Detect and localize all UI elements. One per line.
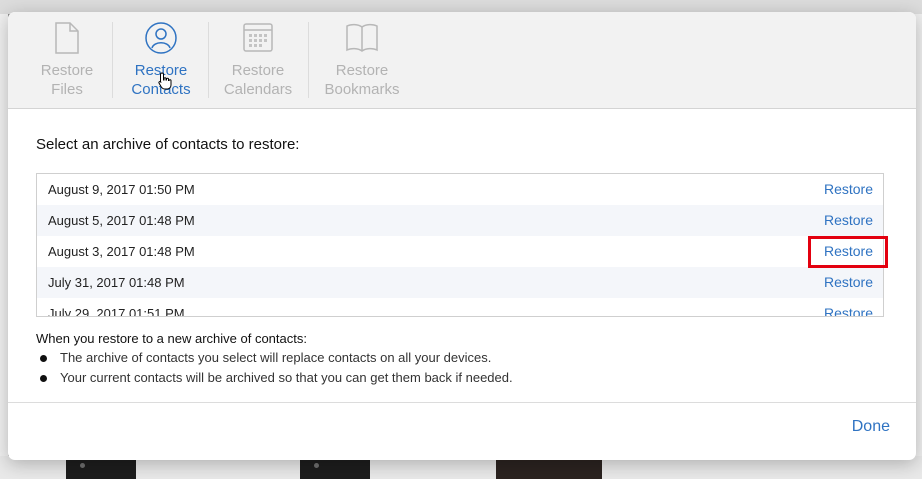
archive-date: July 29, 2017 01:51 PM	[48, 306, 185, 317]
archive-date: July 31, 2017 01:48 PM	[48, 275, 185, 290]
restore-link[interactable]: Restore	[824, 212, 873, 228]
background-page-left	[0, 14, 8, 479]
archive-row: August 5, 2017 01:48 PM Restore	[37, 205, 883, 236]
tab-restore-calendars[interactable]: Restore Calendars	[210, 12, 306, 108]
device-thumbnail	[300, 460, 370, 479]
archive-date: August 5, 2017 01:48 PM	[48, 213, 195, 228]
archive-date: August 9, 2017 01:50 PM	[48, 182, 195, 197]
footer-divider	[8, 402, 916, 403]
page-title: Select an archive of contacts to restore…	[36, 136, 300, 153]
restore-link[interactable]: Restore	[824, 274, 873, 290]
tab-label: Restore Calendars	[223, 62, 293, 98]
restore-toolbar: Restore Files Restore Contacts Restore C…	[8, 12, 916, 109]
device-thumbnail	[66, 460, 136, 479]
tab-divider	[308, 22, 309, 98]
restore-dialog: Restore Files Restore Contacts Restore C…	[8, 12, 916, 460]
highlight-box	[808, 236, 888, 268]
tab-label: Restore Files	[40, 62, 94, 98]
tab-divider	[208, 22, 209, 98]
hand-cursor-icon	[158, 72, 172, 95]
bullet-icon	[40, 355, 47, 362]
book-icon	[345, 21, 379, 58]
document-icon	[54, 21, 80, 60]
info-heading: When you restore to a new archive of con…	[36, 331, 307, 346]
calendar-icon	[242, 21, 274, 58]
archive-row: August 3, 2017 01:48 PM Restore	[37, 236, 883, 267]
bullet-icon	[40, 375, 47, 382]
archive-date: August 3, 2017 01:48 PM	[48, 244, 195, 259]
tab-restore-files[interactable]: Restore Files	[20, 12, 114, 108]
archive-list[interactable]: August 9, 2017 01:50 PM Restore August 5…	[36, 173, 884, 317]
archive-row: July 29, 2017 01:51 PM Restore	[37, 298, 883, 317]
restore-link[interactable]: Restore	[824, 181, 873, 197]
archive-row: July 31, 2017 01:48 PM Restore	[37, 267, 883, 298]
tab-label: Restore Bookmarks	[324, 62, 400, 98]
contact-icon	[144, 21, 178, 60]
device-thumbnail	[496, 460, 602, 479]
tab-divider	[112, 22, 113, 98]
tab-restore-bookmarks[interactable]: Restore Bookmarks	[312, 12, 412, 108]
restore-link[interactable]: Restore	[824, 305, 873, 316]
done-button[interactable]: Done	[852, 418, 890, 436]
archive-row: August 9, 2017 01:50 PM Restore	[37, 174, 883, 205]
